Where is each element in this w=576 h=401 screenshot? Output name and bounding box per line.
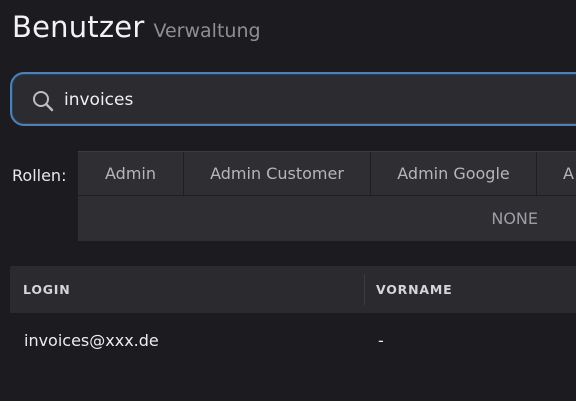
table-header: LOGIN VORNAME	[10, 266, 576, 314]
role-tab-admin[interactable]: Admin	[78, 152, 184, 196]
cell-vorname: -	[378, 330, 384, 350]
cell-login: invoices@xxx.de	[24, 330, 159, 350]
search-input[interactable]	[64, 84, 564, 116]
page-subtitle: Verwaltung	[153, 20, 261, 42]
user-management-page: Benutzer Verwaltung Rollen: Admin Admin …	[0, 0, 576, 401]
page-title: Benutzer	[12, 10, 145, 44]
role-tab-admin-google[interactable]: Admin Google	[371, 152, 537, 196]
roles-tabs: Admin Admin Customer Admin Google A	[78, 152, 576, 196]
role-none-option[interactable]: NONE	[78, 196, 538, 241]
search-icon	[31, 89, 55, 113]
page-header: Benutzer Verwaltung	[12, 10, 261, 44]
roles-label: Rollen:	[12, 166, 67, 185]
roles-filter-panel: Admin Admin Customer Admin Google A NONE	[78, 151, 576, 241]
users-table: LOGIN VORNAME invoices@xxx.de -	[10, 266, 576, 366]
table-row[interactable]: invoices@xxx.de -	[10, 314, 576, 366]
column-divider	[364, 274, 365, 305]
search-box[interactable]	[10, 72, 576, 126]
role-tab-truncated[interactable]: A	[537, 152, 576, 196]
column-header-vorname[interactable]: VORNAME	[376, 266, 452, 313]
role-tab-admin-customer[interactable]: Admin Customer	[184, 152, 371, 196]
column-header-login[interactable]: LOGIN	[23, 266, 71, 313]
